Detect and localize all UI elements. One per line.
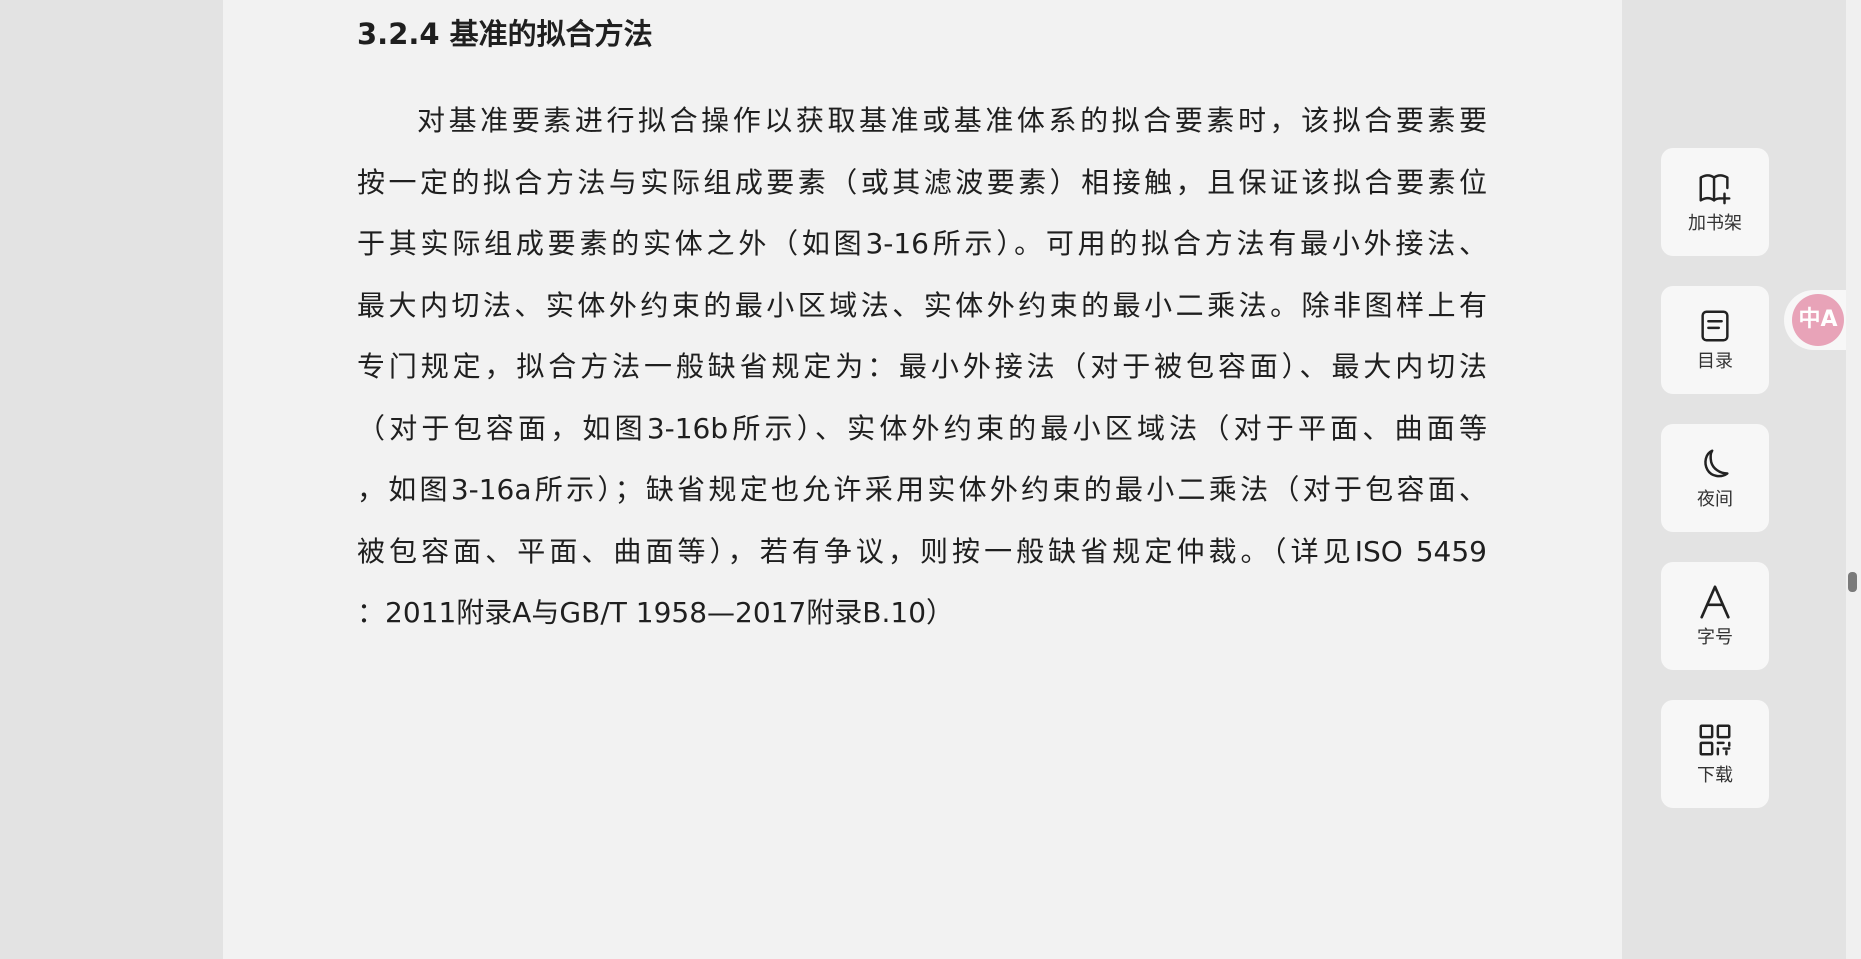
body-line: 最大内切法、实体外约束的最小区域法、实体外约束的最小二乘法。除非图样上有: [357, 288, 1487, 322]
body-line: ，如图3-16a所示）；缺省规定也允许采用实体外约束的最小二乘法（对于包容面、: [357, 473, 1487, 506]
moon-icon: [1704, 449, 1729, 478]
translate-icon: 中A: [1792, 294, 1844, 346]
translate-glyph: 中A: [1798, 307, 1838, 332]
body-line: 按一定的拟合方法与实际组成要素（或其滤波要素）相接触，且保证该拟合要素位: [357, 165, 1487, 199]
add-bookshelf-label: 加书架: [1688, 213, 1742, 234]
download-button[interactable]: 下载: [1661, 700, 1769, 808]
scrollbar[interactable]: [1846, 0, 1861, 959]
scrollbar-thumb[interactable]: [1848, 572, 1857, 592]
font-size-button[interactable]: 字号: [1661, 562, 1769, 670]
night-mode-label: 夜间: [1697, 489, 1733, 510]
body-line: （对于包容面，如图3-16b所示）、实体外约束的最小区域法（对于平面、曲面等: [357, 411, 1487, 445]
add-bookshelf-icon: [1699, 174, 1731, 205]
body-line: 于其实际组成要素的实体之外（如图3-16所示）。可用的拟合方法有最小外接法、: [357, 227, 1487, 260]
section-body: 对基准要素进行拟合操作以获取基准或基准体系的拟合要素时，该拟合要素要 按一定的拟…: [357, 90, 1487, 644]
table-of-contents-button[interactable]: 目录: [1661, 286, 1769, 394]
add-bookshelf-button[interactable]: 加书架: [1661, 148, 1769, 256]
body-line: ：2011附录A与GB/T 1958—2017附录B.10）: [357, 596, 955, 629]
section-title: 3.2.4 基准的拟合方法: [357, 17, 653, 51]
download-label: 下载: [1697, 765, 1733, 786]
table-of-contents-icon: [1701, 310, 1729, 342]
font-size-label: 字号: [1697, 627, 1733, 648]
table-of-contents-label: 目录: [1697, 351, 1733, 372]
reader-toolbar: 加书架 目录 夜间 字号 下载: [1661, 148, 1769, 838]
qr-code-icon: [1699, 724, 1731, 756]
font-size-icon: [1700, 585, 1730, 619]
body-line: 对基准要素进行拟合操作以获取基准或基准体系的拟合要素时，该拟合要素要: [417, 104, 1487, 137]
document-page: 3.2.4 基准的拟合方法 对基准要素进行拟合操作以获取基准或基准体系的拟合要素…: [223, 0, 1622, 959]
body-line: 被包容面、平面、曲面等），若有争议，则按一般缺省规定仲裁。（详见ISO 5459: [357, 534, 1487, 568]
night-mode-button[interactable]: 夜间: [1661, 424, 1769, 532]
body-line: 专门规定，拟合方法一般缺省规定为：最小外接法（对于被包容面）、最大内切法: [357, 350, 1487, 383]
